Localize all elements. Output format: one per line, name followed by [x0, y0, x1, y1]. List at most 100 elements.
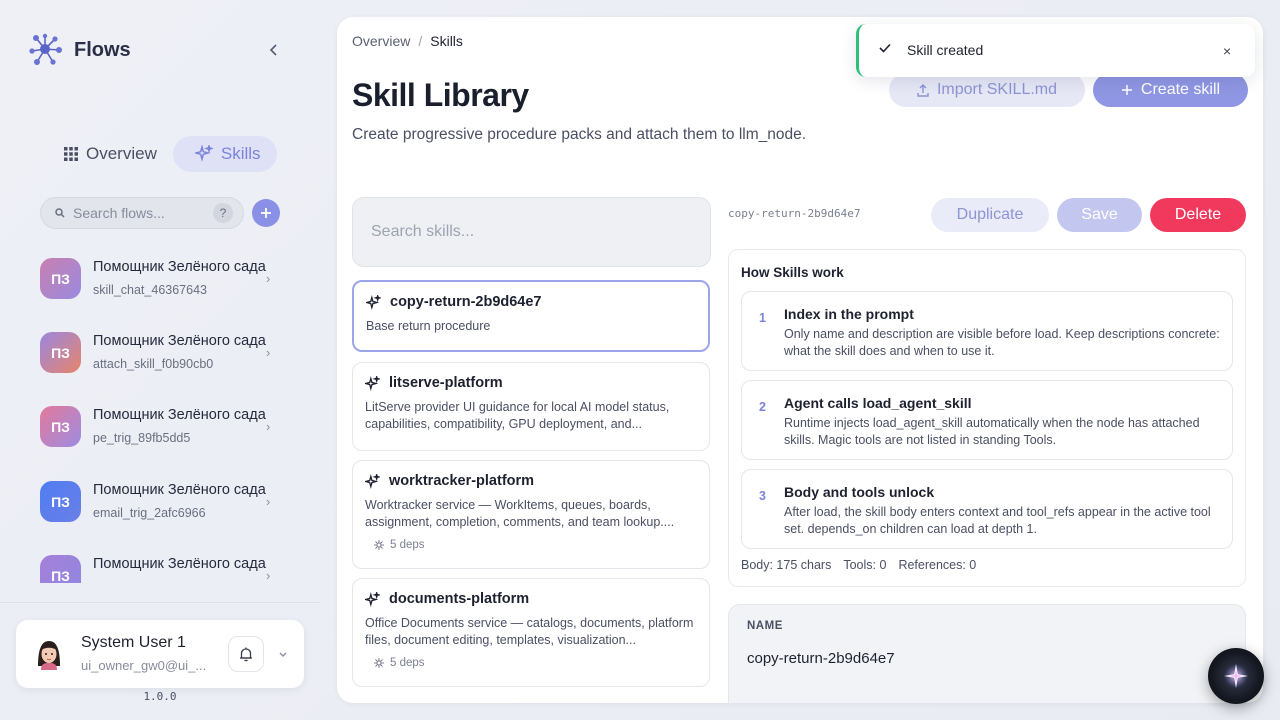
save-button[interactable]: Save	[1057, 198, 1142, 232]
search-icon	[55, 208, 65, 218]
step-text: Only name and description are visible be…	[784, 327, 1220, 358]
close-icon[interactable]: ×	[1223, 43, 1231, 59]
skill-card[interactable]: worktracker-platform Worktracker service…	[352, 460, 710, 569]
skill-deps: 5 deps	[373, 539, 425, 551]
skill-stats: Body: 175 chars Tools: 0 References: 0	[741, 558, 976, 572]
brand[interactable]: Flows	[28, 32, 131, 68]
flow-list-item[interactable]: ПЗ Помощник Зелёного сада pe_trig_89fb5d…	[0, 391, 320, 461]
sidebar-divider	[0, 602, 320, 603]
step-text: Runtime injects load_agent_skill automat…	[784, 416, 1200, 447]
step-title: Agent calls load_agent_skill	[784, 395, 972, 411]
create-skill-label: Create skill	[1140, 81, 1221, 98]
skill-name: worktracker-platform	[389, 473, 535, 489]
user-name: System User 1	[81, 634, 186, 651]
page-title: Skill Library	[352, 77, 529, 113]
flow-search-input[interactable]	[73, 205, 203, 221]
step-text: After load, the skill body enters contex…	[784, 505, 1211, 536]
how-skills-work-panel: How Skills work 1 Index in the prompt On…	[728, 249, 1246, 587]
grid-icon	[64, 147, 78, 161]
sidebar: Flows Overview Skills ? ПЗ	[0, 0, 320, 720]
assistant-button[interactable]	[1208, 648, 1264, 704]
step-number: 2	[759, 400, 766, 414]
flow-search: ?	[40, 197, 244, 229]
tab-skills[interactable]: Skills	[172, 136, 277, 172]
step-title: Body and tools unlock	[784, 484, 935, 500]
tools-count: Tools: 0	[843, 558, 887, 572]
breadcrumb-overview[interactable]: Overview	[352, 33, 410, 49]
chevron-right-icon: ›	[266, 271, 271, 286]
flow-list-item[interactable]: ПЗ Помощник Зелёного сада ›	[0, 540, 320, 583]
skill-description: Worktracker service — WorkItems, queues,…	[365, 498, 675, 529]
chevron-right-icon: ›	[266, 494, 271, 509]
flow-avatar: ПЗ	[40, 481, 81, 522]
check-icon	[879, 43, 891, 53]
upload-icon	[917, 83, 929, 97]
step-number: 3	[759, 489, 766, 503]
chevron-right-icon: ›	[266, 568, 271, 583]
collapse-sidebar-button[interactable]	[264, 40, 284, 60]
flow-title: Помощник Зелёного сада	[93, 333, 266, 349]
sparkles-icon	[365, 474, 380, 489]
notifications-button[interactable]	[228, 636, 264, 672]
skill-description: Office Documents service — catalogs, doc…	[365, 616, 694, 647]
sparkles-icon	[365, 376, 380, 391]
skill-card[interactable]: documents-platform Office Documents serv…	[352, 578, 710, 687]
body-length: Body: 175 chars	[741, 558, 832, 572]
flow-id: pe_trig_89fb5dd5	[93, 431, 191, 445]
flow-id: email_trig_2afc6966	[93, 506, 206, 520]
breadcrumb: Overview / Skills	[352, 33, 463, 49]
flow-list-item[interactable]: ПЗ Помощник Зелёного сада skill_chat_463…	[0, 243, 320, 313]
duplicate-button[interactable]: Duplicate	[931, 198, 1049, 232]
page-subtitle: Create progressive procedure packs and a…	[352, 126, 807, 143]
flow-list-item[interactable]: ПЗ Помощник Зелёного сада attach_skill_f…	[0, 317, 320, 387]
dependencies-icon	[374, 540, 384, 550]
tab-overview[interactable]: Overview	[52, 136, 169, 172]
brand-name: Flows	[74, 38, 131, 61]
add-flow-button[interactable]	[252, 199, 280, 227]
toast-message: Skill created	[907, 42, 984, 58]
references-count: References: 0	[898, 558, 977, 572]
search-help-icon[interactable]: ?	[213, 203, 233, 223]
step-number: 1	[759, 311, 766, 325]
skill-id: copy-return-2b9d64e7	[728, 207, 861, 220]
breadcrumb-current: Skills	[430, 33, 463, 49]
skill-description: Base return procedure	[366, 319, 491, 333]
success-toast: Skill created ×	[856, 24, 1255, 77]
step-title: Index in the prompt	[784, 306, 914, 322]
skill-card-selected[interactable]: copy-return-2b9d64e7 Base return procedu…	[352, 280, 710, 352]
skill-name: litserve-platform	[389, 375, 503, 391]
flow-title: Помощник Зелёного сада	[93, 482, 266, 498]
flow-avatar: ПЗ	[40, 332, 81, 373]
skill-description: LitServe provider UI guidance for local …	[365, 400, 670, 431]
how-skills-work-title: How Skills work	[741, 265, 844, 280]
import-skill-button[interactable]: Import SKILL.md	[889, 73, 1085, 107]
app-version: 1.0.0	[143, 690, 177, 703]
flow-title: Помощник Зелёного сада	[93, 259, 266, 275]
skill-search-input[interactable]	[371, 223, 692, 241]
flow-title: Помощник Зелёного сада	[93, 407, 266, 423]
flow-list-item[interactable]: ПЗ Помощник Зелёного сада email_trig_2af…	[0, 466, 320, 536]
user-menu-toggle[interactable]	[278, 646, 288, 664]
flow-avatar: ПЗ	[40, 406, 81, 447]
bell-icon	[240, 647, 252, 662]
skill-card[interactable]: litserve-platform LitServe provider UI g…	[352, 362, 710, 451]
delete-button[interactable]: Delete	[1150, 198, 1246, 232]
create-skill-button[interactable]: Create skill	[1093, 73, 1248, 107]
skill-deps-count: 5 deps	[390, 657, 425, 669]
chevron-right-icon: ›	[266, 419, 271, 434]
skill-name-field[interactable]: NAME copy-return-2b9d64e7	[728, 604, 1246, 703]
breadcrumb-separator: /	[418, 33, 423, 49]
chevron-right-icon: ›	[266, 345, 271, 360]
chevron-down-icon	[279, 652, 287, 657]
skill-search	[352, 197, 711, 267]
sparkle-icon	[1224, 664, 1248, 688]
flow-title: Помощник Зелёного сада	[93, 556, 266, 572]
sparkles-icon	[366, 295, 381, 310]
skill-deps-count: 5 deps	[390, 539, 425, 551]
name-value[interactable]: copy-return-2b9d64e7	[747, 650, 895, 667]
sparkles-icon	[365, 592, 380, 607]
sidebar-nav: Overview Skills	[52, 136, 277, 172]
step-card: 1 Index in the prompt Only name and desc…	[741, 291, 1233, 371]
plus-icon	[1121, 85, 1132, 95]
skill-name: documents-platform	[389, 591, 530, 607]
